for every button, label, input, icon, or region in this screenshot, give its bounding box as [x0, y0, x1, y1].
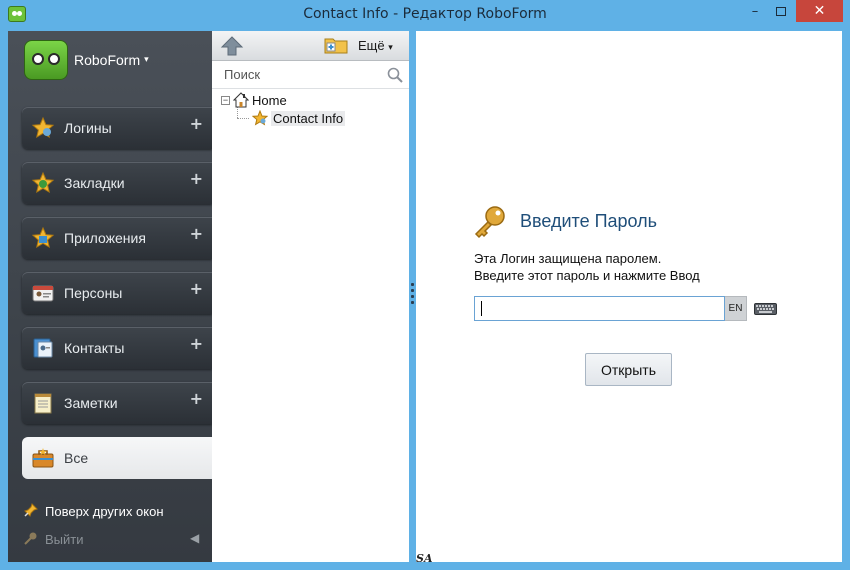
logout-button[interactable]: Выйти [24, 531, 84, 548]
tree-node-label: Home [252, 92, 287, 108]
maximize-icon [776, 6, 786, 16]
key-icon [24, 531, 40, 548]
brand-dropdown-icon: ▾ [144, 55, 149, 65]
add-bookmark-button[interactable]: + [190, 169, 203, 188]
open-button[interactable]: Открыть [585, 353, 672, 386]
always-on-top-toggle[interactable]: Поверх других окон [24, 503, 164, 520]
brand-name: RoboForm [74, 52, 141, 68]
password-title: Введите Пароль [520, 211, 658, 231]
star-login-icon [30, 115, 56, 141]
roboform-logo-icon [24, 40, 68, 80]
minimize-button[interactable]: – [742, 0, 768, 22]
star-login-icon [252, 110, 268, 126]
sidebar-item-label: Все [64, 450, 89, 466]
sidebar-item-notes[interactable]: Заметки + [22, 382, 212, 424]
virtual-keyboard-icon[interactable] [754, 303, 777, 315]
tree-connector [237, 118, 249, 119]
password-field[interactable] [474, 296, 725, 321]
add-application-button[interactable]: + [190, 224, 203, 243]
star-apps-icon [30, 225, 56, 251]
add-identity-button[interactable]: + [190, 279, 203, 298]
sidebar-item-applications[interactable]: Приложения + [22, 217, 212, 259]
search-input[interactable] [212, 61, 382, 88]
sidebar-item-bookmarks[interactable]: Закладки + [22, 162, 212, 204]
close-button[interactable]: ✕ [796, 0, 843, 22]
new-folder-button[interactable] [324, 36, 348, 54]
search-icon[interactable] [387, 67, 403, 83]
search-box [212, 61, 409, 89]
sidebar-item-label: Заметки [64, 395, 118, 411]
tree-node-contact-info[interactable]: Contact Info [252, 109, 346, 127]
sidebar-item-all[interactable]: Все [22, 437, 212, 479]
password-message-line: Введите этот пароль и нажмите Ввод [474, 268, 700, 283]
add-contact-button[interactable]: + [190, 334, 203, 353]
logout-label: Выйти [45, 532, 84, 547]
briefcase-icon [30, 445, 56, 471]
sidebar-item-label: Персоны [64, 285, 123, 301]
add-note-button[interactable]: + [190, 389, 203, 408]
splitter-grip [411, 283, 414, 286]
splitter-grip [411, 289, 414, 292]
notepad-icon [30, 390, 56, 416]
home-icon [233, 92, 249, 108]
sidebar-item-logins[interactable]: Логины + [22, 107, 212, 149]
pin-icon [24, 503, 40, 520]
chevron-down-icon: ▾ [388, 42, 393, 52]
sidebar-item-label: Контакты [64, 340, 125, 356]
arrow-up-icon [220, 36, 244, 56]
brand-menu[interactable]: RoboForm ▾ [24, 40, 149, 80]
new-folder-icon [324, 38, 348, 54]
splitter-grip [411, 301, 414, 304]
splitter-grip [411, 295, 414, 298]
password-message-line: Эта Логин защищена паролем. [474, 251, 662, 266]
more-menu-button[interactable]: Ещё ▾ [358, 38, 393, 53]
maximize-button[interactable] [768, 0, 794, 22]
collapse-expander[interactable]: − [221, 95, 230, 105]
tree-node-home[interactable]: − Home [221, 91, 287, 109]
star-bookmark-icon [30, 170, 56, 196]
more-menu-label: Ещё [358, 38, 385, 53]
collapse-arrow-icon[interactable]: ◀ [190, 531, 199, 545]
tree-node-label: Contact Info [271, 110, 346, 126]
window-title: Contact Info - Редактор RoboForm [303, 6, 547, 22]
sidebar-item-label: Приложения [64, 230, 146, 246]
watermark: SA [416, 552, 433, 565]
title-bar: Contact Info - Редактор RoboForm – ✕ [0, 0, 850, 31]
sidebar: RoboForm ▾ Логины + Закладки + Приложени… [8, 31, 212, 562]
folder-tree-pane: Ещё ▾ − Home Contact Info [212, 31, 409, 562]
tree-toolbar: Ещё ▾ [212, 31, 409, 61]
contacts-card-icon [30, 335, 56, 361]
identity-card-icon [30, 280, 56, 306]
pane-splitter[interactable] [409, 31, 416, 562]
sidebar-item-label: Логины [64, 120, 112, 136]
password-prompt-pane: Введите Пароль Эта Логин защищена пароле… [416, 31, 842, 562]
up-folder-button[interactable] [220, 35, 244, 57]
always-on-top-label: Поверх других окон [45, 504, 164, 519]
key-icon [474, 206, 505, 239]
keyboard-language-indicator: EN [725, 296, 747, 321]
sidebar-item-contacts[interactable]: Контакты + [22, 327, 212, 369]
text-caret [481, 301, 482, 316]
add-login-button[interactable]: + [190, 114, 203, 133]
sidebar-item-identities[interactable]: Персоны + [22, 272, 212, 314]
sidebar-item-label: Закладки [64, 175, 125, 191]
